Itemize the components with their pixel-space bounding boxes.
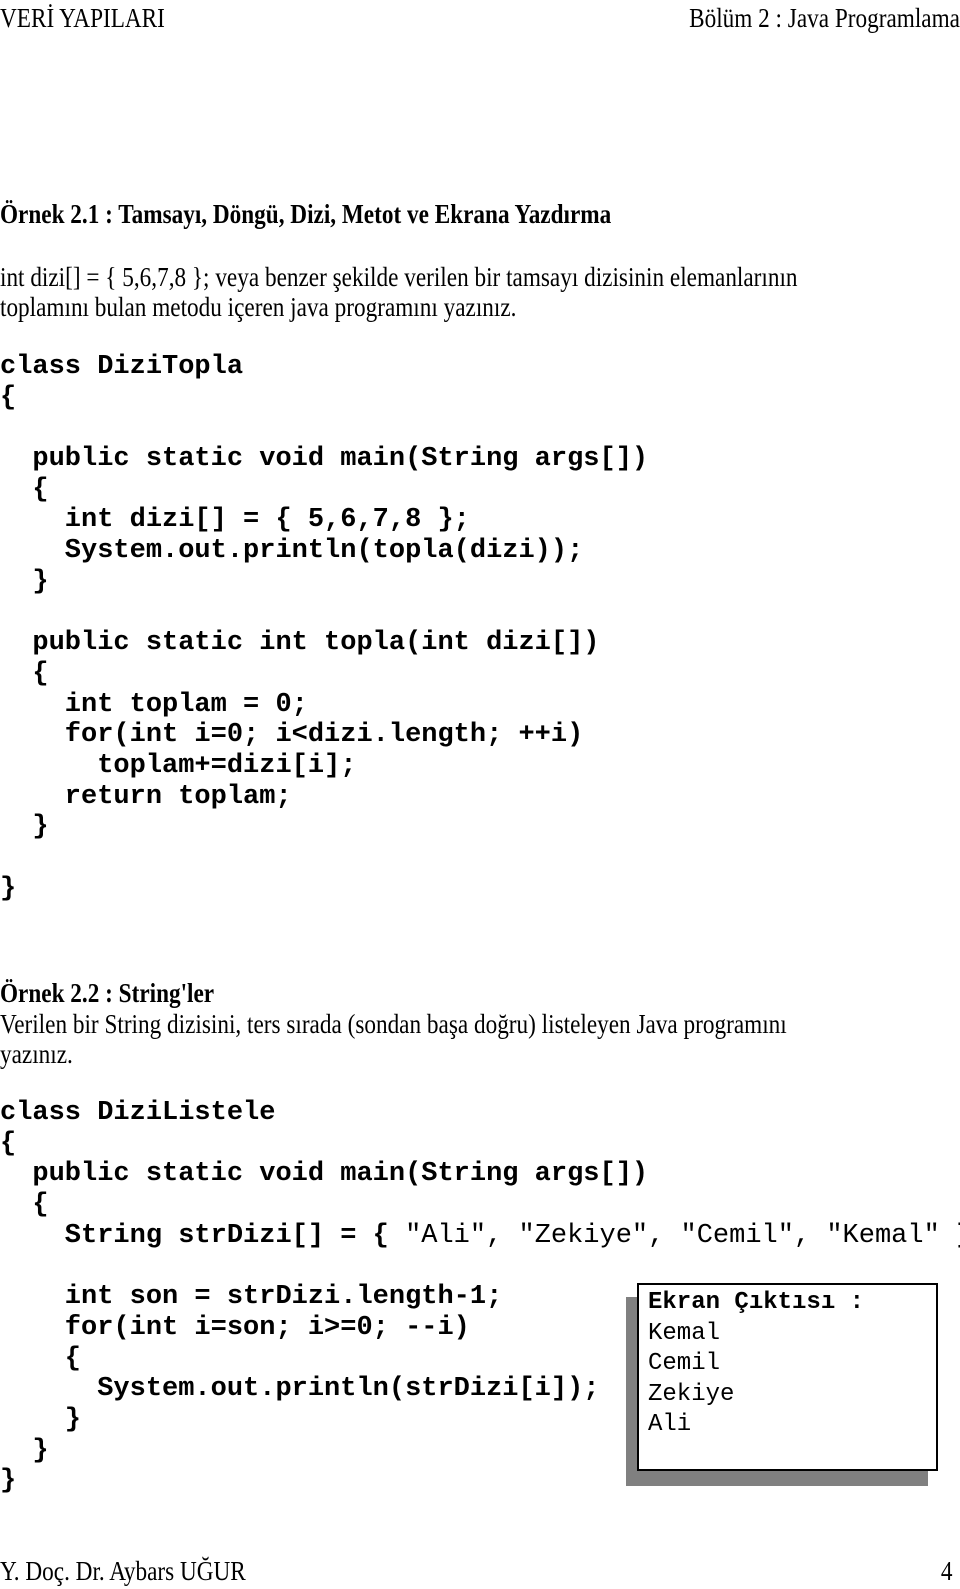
code-line: { (0, 1190, 49, 1221)
code-line: public static void main(String args[]) (0, 1159, 649, 1190)
code-line: class DiziListele (0, 1098, 276, 1128)
code-line: int dizi[] = { 5,6,7,8 }; (0, 505, 470, 536)
code-line-array-declaration: String strDizi[] = { "Ali", "Zekiye", "C… (0, 1221, 960, 1252)
example-2-title: Örnek 2.2 : String'ler (0, 978, 215, 1008)
code-line: { (0, 382, 17, 413)
screen-output-line: Zekiye (648, 1380, 735, 1408)
code-line: public static void main(String args[]) (0, 444, 649, 475)
footer-page-number: 4 (940, 1556, 952, 1586)
example-1-description-line-2: toplamını bulan metodu içeren java progr… (0, 292, 517, 322)
code-line: class DiziTopla (0, 352, 244, 382)
example-1-code-block: class DiziTopla{ public static void main… (0, 352, 648, 904)
code-array-prefix: String strDizi[] = { (0, 1220, 406, 1251)
code-line: { (0, 474, 49, 505)
code-line: { (0, 1128, 17, 1159)
screen-output-title: Ekran Çıktısı : (648, 1289, 865, 1316)
example-2-description-line-2: yazınız. (0, 1039, 73, 1069)
code-line: for(int i=0; i<dizi.length; ++i) (0, 720, 584, 751)
code-line: toplam+=dizi[i]; (0, 750, 357, 781)
code-line: } (0, 566, 49, 597)
example-2-description-line-1: Verilen bir String dizisini, ters sırada… (0, 1009, 787, 1039)
screen-output-line: Kemal (648, 1319, 721, 1347)
code-line: System.out.println(topla(dizi)); (0, 536, 584, 567)
screen-output-line: Ali (648, 1411, 692, 1438)
code-string-literals: "Ali", "Zekiye", "Cemil", "Kemal" (405, 1220, 940, 1251)
footer-author: Y. Doç. Dr. Aybars UĞUR (0, 1556, 246, 1586)
screen-output-line: Cemil (648, 1350, 721, 1377)
code-line: int toplam = 0; (0, 689, 308, 720)
code-line: } (0, 873, 17, 904)
screen-output-box: Ekran Çıktısı : Kemal Cemil Zekiye Ali (637, 1283, 938, 1471)
header-chapter-title: Bölüm 2 : Java Programlama (689, 3, 960, 33)
code-array-suffix: }; (940, 1221, 960, 1251)
code-line: { (0, 658, 49, 689)
code-line: return toplam; (0, 781, 292, 812)
example-1-title: Örnek 2.1 : Tamsayı, Döngü, Dizi, Metot … (0, 199, 612, 229)
example-1-description-line-1: int dizi[] = { 5,6,7,8 }; veya benzer şe… (0, 262, 798, 292)
code-line: public static int topla(int dizi[]) (0, 628, 600, 659)
header-course-title: VERİ YAPILARI (0, 3, 165, 33)
code-line: } (0, 812, 49, 843)
